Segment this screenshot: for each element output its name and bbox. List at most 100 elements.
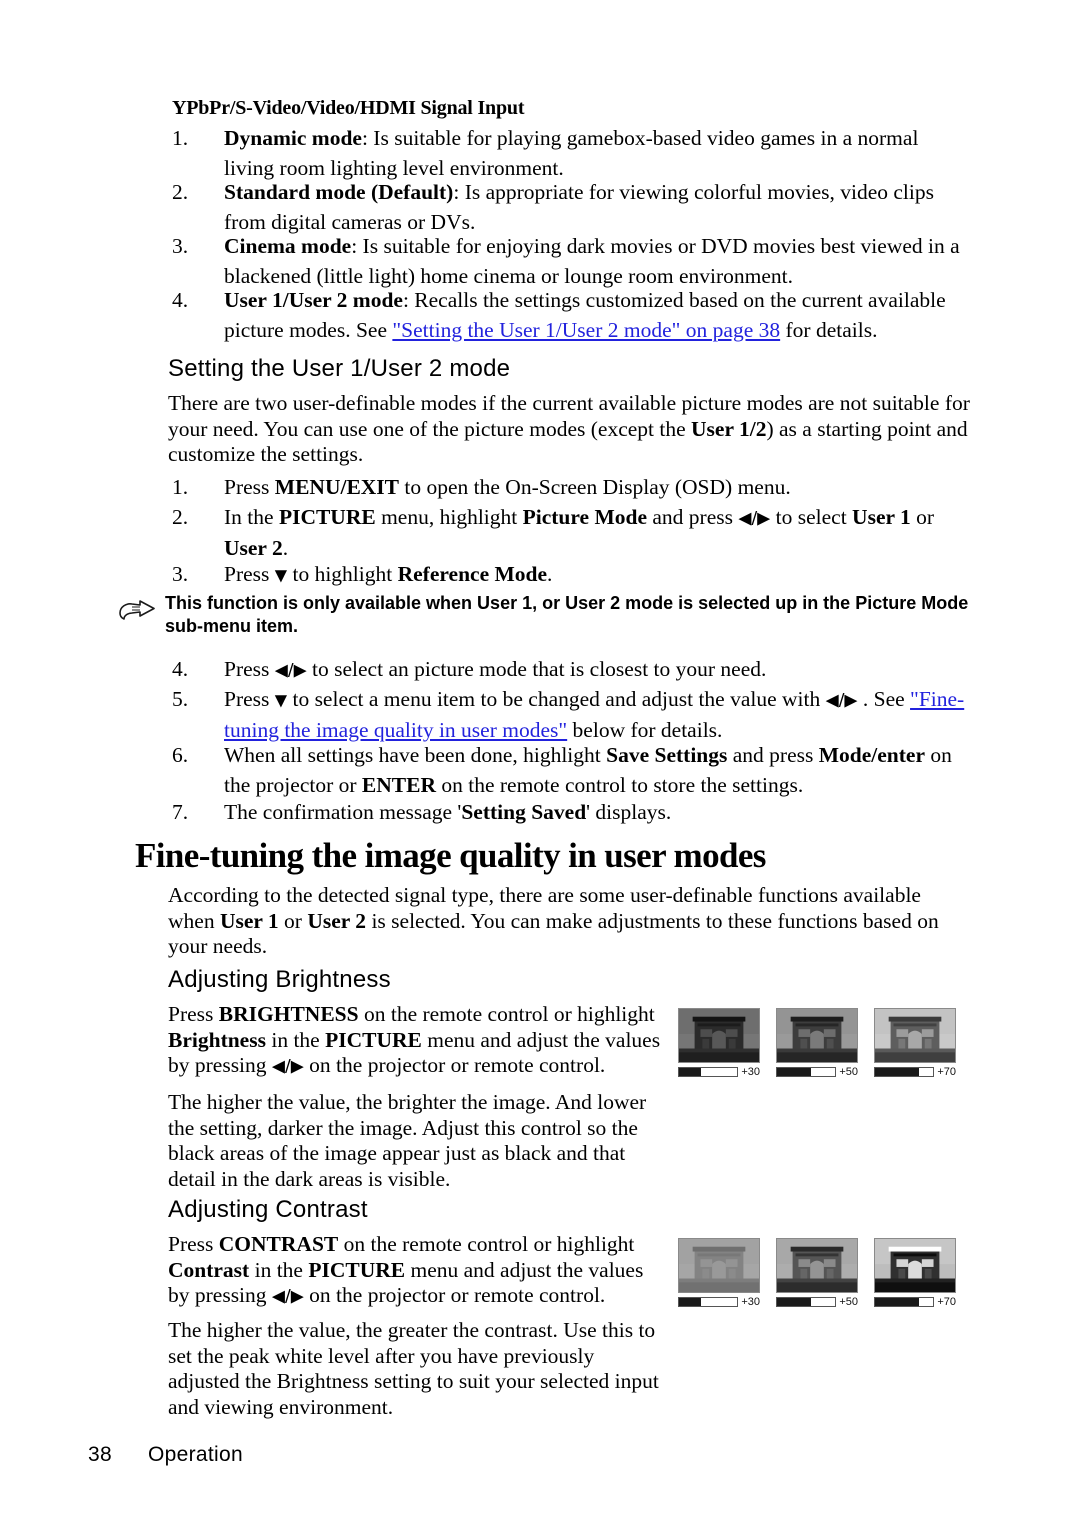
list-number: 3.: [172, 562, 189, 586]
slider-track: [874, 1297, 935, 1307]
slider-fill: [679, 1298, 702, 1306]
footer-page-number: 38: [88, 1443, 112, 1466]
list-item: 3. Cinema mode: Is suitable for enjoying…: [172, 232, 972, 291]
body-text: on the projector or remote control.: [303, 1053, 606, 1077]
step-text: menu, highlight: [375, 505, 523, 529]
arc-de-triomphe-photo: [678, 1238, 760, 1293]
page-title: Fine-tuning the image quality in user mo…: [135, 836, 766, 875]
key-name: ENTER: [361, 772, 436, 797]
step-text: on the remote control to store the setti…: [435, 772, 804, 797]
brightness-sample-30: +30: [678, 1008, 760, 1078]
arc-de-triomphe-photo: [874, 1238, 956, 1293]
down-arrow-icon: ▼: [274, 690, 288, 710]
brightness-slider-70: +70: [874, 1066, 956, 1078]
slider-track: [874, 1067, 935, 1077]
list-number: 7.: [172, 800, 189, 824]
list-item: 4. User 1/User 2 mode: Recalls the setti…: [172, 286, 972, 345]
slider-track: [678, 1067, 739, 1077]
arc-de-triomphe-photo: [874, 1008, 956, 1063]
brightness-sample-70: +70: [874, 1008, 956, 1078]
step-text: to open the On-Screen Display (OSD) menu…: [399, 475, 791, 499]
note-callout-text: This function is only available when Use…: [165, 593, 969, 636]
arc-de-triomphe-photo: [776, 1238, 858, 1293]
slider-value-label: +30: [741, 1296, 760, 1308]
step-text: and press: [647, 505, 739, 529]
list-number: 5.: [172, 687, 189, 711]
step-text: below for details.: [567, 718, 723, 742]
list-number: 4.: [172, 288, 189, 312]
slider-value-label: +50: [839, 1296, 858, 1308]
step-text: The confirmation message ': [224, 800, 462, 824]
slider-value-label: +30: [741, 1066, 760, 1078]
contrast-sample-30: +30: [678, 1238, 760, 1308]
mode-name: Dynamic mode: [224, 126, 362, 150]
contrast-illustration-group: +30 +50 +70: [678, 1238, 956, 1308]
body-text: in the: [265, 1027, 326, 1052]
fine-tuning-intro: According to the detected signal type, t…: [168, 883, 968, 960]
list-item: 5. Press ▼ to select a menu item to be c…: [172, 685, 972, 746]
step-text: or: [910, 505, 935, 529]
list-item: 2. In the PICTURE menu, highlight Pictur…: [172, 503, 972, 564]
cross-reference-link[interactable]: "Setting the User 1/User 2 mode" on page…: [392, 318, 780, 342]
body-text: on the remote control or highlight: [358, 1002, 655, 1026]
step-text: . See: [857, 687, 911, 711]
intro-paragraph: There are two user-definable modes if th…: [168, 391, 973, 468]
list-number: 1.: [172, 126, 189, 150]
key-name: MENU/EXIT: [274, 475, 400, 499]
heading-adjusting-brightness: Adjusting Brightness: [168, 966, 391, 993]
step-text: and press: [727, 743, 819, 767]
slider-value-label: +50: [839, 1066, 858, 1078]
down-arrow-icon: ▼: [274, 565, 288, 585]
page-footer: 38 Operation: [88, 1443, 243, 1467]
step-text: to select a menu item to be changed and …: [287, 687, 826, 711]
intro-text: or: [278, 908, 308, 933]
menu-item: Picture Mode: [522, 505, 648, 529]
brightness-sample-50: +50: [776, 1008, 858, 1078]
option-name: User 1: [219, 908, 279, 933]
list-number: 3.: [172, 234, 189, 258]
body-text: on the projector or remote control.: [303, 1283, 606, 1307]
mode-name: Standard mode (Default): [224, 180, 454, 204]
slider-value-label: +70: [937, 1066, 956, 1078]
left-right-arrow-icon: ◀/▶: [271, 1286, 304, 1307]
mode-desc-tail: for details.: [780, 317, 878, 342]
contrast-paragraph-2: The higher the value, the greater the co…: [168, 1318, 659, 1419]
message-text: Setting Saved: [461, 800, 587, 824]
step-text: to select an picture mode that is closes…: [306, 657, 767, 681]
slider-value-label: +70: [937, 1296, 956, 1308]
menu-item: Brightness: [168, 1027, 266, 1052]
list-number: 4.: [172, 657, 189, 681]
slider-fill: [777, 1068, 811, 1076]
menu-name: PICTURE: [278, 505, 376, 529]
list-item: 2. Standard mode (Default): Is appropria…: [172, 178, 972, 237]
brightness-slider-30: +30: [678, 1066, 760, 1078]
list-number: 2.: [172, 180, 189, 204]
left-right-arrow-icon: ◀/▶: [271, 1056, 304, 1077]
key-name: CONTRAST: [218, 1232, 339, 1256]
slider-track: [776, 1297, 837, 1307]
menu-name: PICTURE: [308, 1257, 406, 1282]
slider-fill: [777, 1298, 811, 1306]
list-number: 1.: [172, 475, 189, 499]
left-right-arrow-icon: ◀/▶: [825, 690, 858, 711]
list-item: 3. Press ▼ to highlight Reference Mode.: [172, 560, 972, 590]
step-text: .: [282, 536, 289, 560]
slider-track: [678, 1297, 739, 1307]
arc-de-triomphe-photo: [678, 1008, 760, 1063]
list-item: 6. When all settings have been done, hig…: [172, 741, 972, 800]
contrast-sample-50: +50: [776, 1238, 858, 1308]
body-text: Press: [168, 1002, 219, 1026]
step-text: Press: [224, 562, 275, 586]
contrast-slider-30: +30: [678, 1296, 760, 1308]
body-text: in the: [249, 1257, 309, 1282]
intro-bold: User 1/2: [691, 416, 767, 441]
body-text: on the remote control or highlight: [338, 1232, 635, 1256]
step-text: Press: [224, 475, 275, 499]
list-item: 7. The confirmation message 'Setting Sav…: [172, 798, 972, 828]
brightness-slider-50: +50: [776, 1066, 858, 1078]
key-name: Mode/enter: [818, 743, 926, 767]
step-text: ' displays.: [586, 800, 672, 824]
left-right-arrow-icon: ◀/▶: [738, 508, 771, 529]
mode-name: User 1/User 2 mode: [224, 288, 403, 312]
signal-input-heading: YPbPr/S-Video/Video/HDMI Signal Input: [172, 97, 525, 119]
